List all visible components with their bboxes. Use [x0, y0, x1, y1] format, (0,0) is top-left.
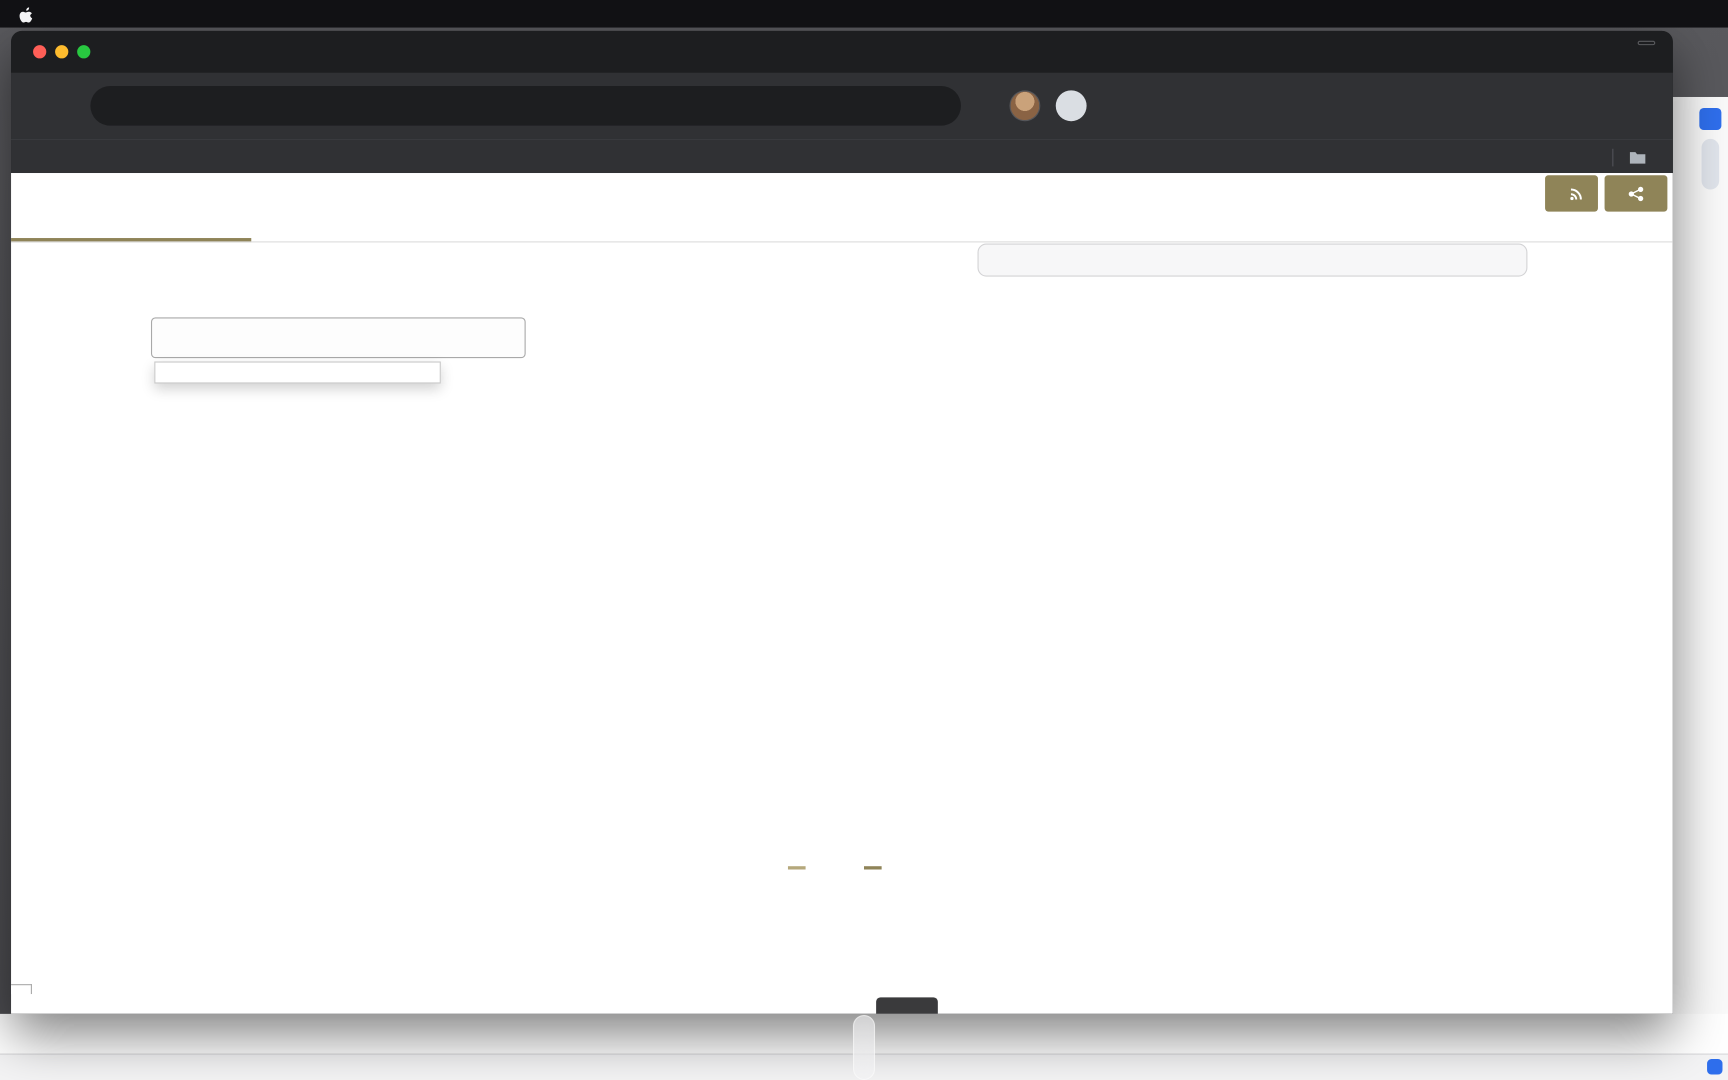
chrome-update-button[interactable] — [1055, 90, 1087, 122]
scrollbar-thumb[interactable] — [1701, 138, 1720, 190]
close-window-button[interactable] — [33, 45, 47, 59]
bookmarks-bar — [11, 138, 1673, 175]
clipped-panel — [977, 243, 1528, 277]
chart-selector-dropdown[interactable] — [150, 317, 526, 359]
all-bookmarks-button[interactable] — [1629, 150, 1653, 164]
share-icon — [1628, 186, 1644, 201]
background-window-right-edge — [1670, 96, 1728, 1080]
tab-strip — [11, 30, 1673, 73]
share-button[interactable] — [1604, 175, 1668, 212]
clipped-element — [876, 997, 938, 1014]
chart-dropdown-menu — [154, 361, 441, 384]
rss-icon — [1570, 188, 1582, 200]
dock — [852, 1014, 876, 1080]
sync-status-icon — [1707, 1059, 1723, 1075]
profile-avatar[interactable] — [1009, 90, 1041, 122]
background-app-icon[interactable] — [1699, 107, 1722, 131]
legend-item-90day — [863, 866, 892, 870]
desktop — [0, 0, 1728, 1080]
browser-toolbar — [11, 72, 1673, 139]
subscribe-button[interactable] — [1545, 175, 1598, 212]
legend-item-7day — [787, 866, 816, 870]
divider — [1612, 148, 1614, 166]
tab-list — [115, 36, 1574, 72]
legend-swatch — [863, 866, 882, 870]
web-page-content — [11, 173, 1673, 1014]
folder-icon — [1629, 152, 1646, 164]
address-bar[interactable] — [90, 85, 961, 126]
link-status-tooltip — [11, 984, 32, 995]
tab-search-chevron-icon[interactable] — [1637, 40, 1656, 46]
chart-legend — [151, 866, 1529, 870]
market-action-index-chart[interactable] — [134, 432, 1525, 862]
apple-logo-icon[interactable] — [18, 5, 33, 23]
divider — [11, 241, 1673, 243]
window-controls — [33, 45, 91, 59]
browser-window — [11, 30, 1673, 1014]
minimize-window-button[interactable] — [55, 45, 69, 59]
legend-swatch — [787, 866, 806, 870]
zoom-window-button[interactable] — [77, 45, 91, 59]
menu-bar — [0, 0, 1728, 28]
